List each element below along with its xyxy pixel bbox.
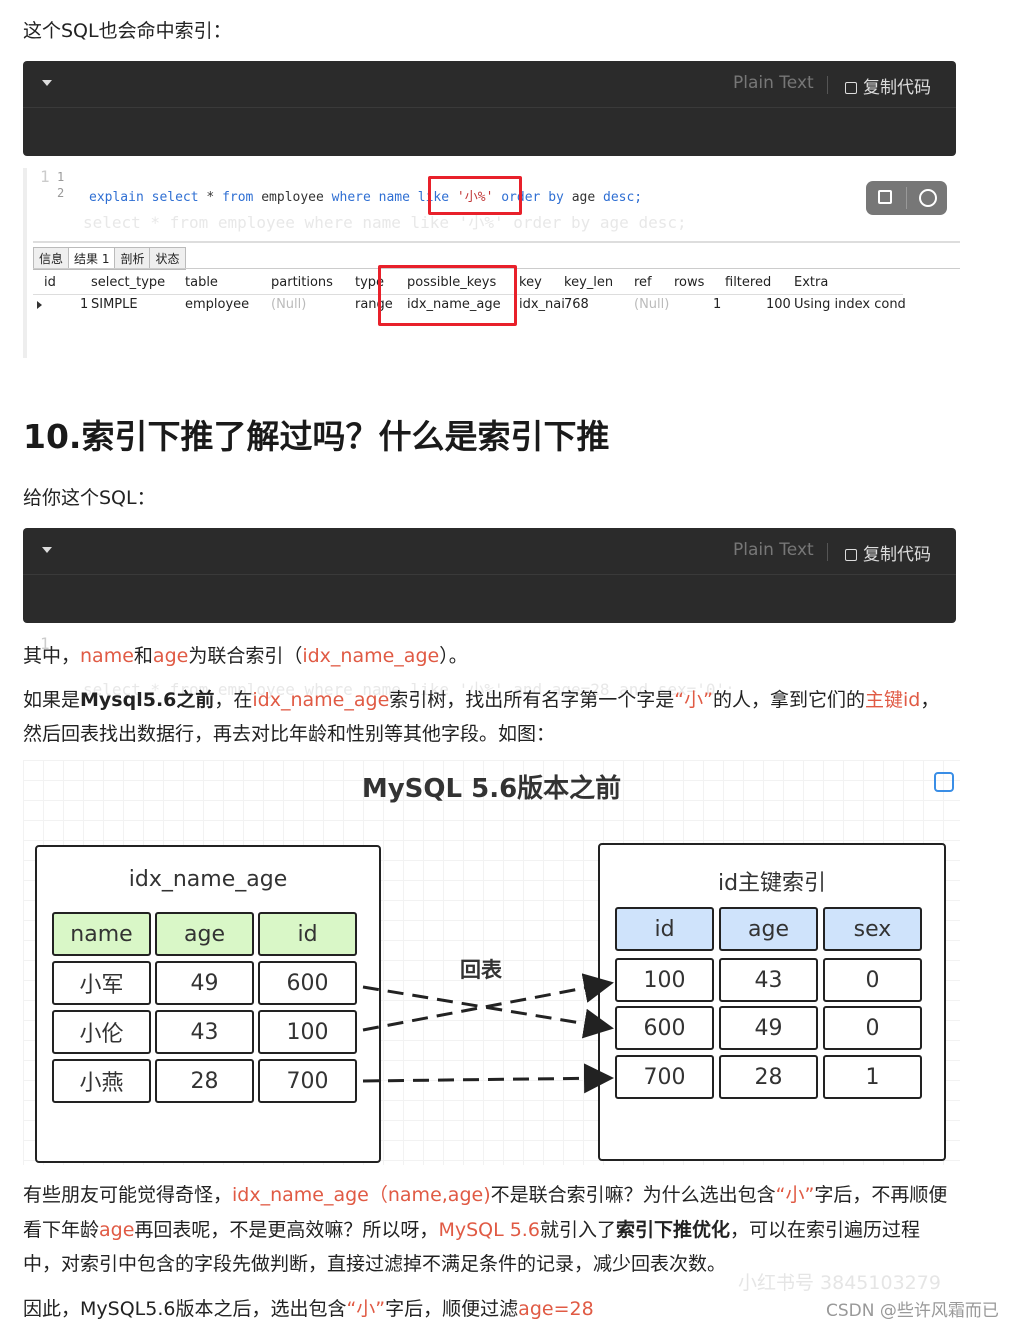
tab-result[interactable]: 结果 1 <box>68 247 116 270</box>
tab-status[interactable]: 状态 <box>149 247 186 270</box>
row-pointer-icon <box>37 301 42 309</box>
cell: (Null) <box>271 297 307 312</box>
editor-line-number: 2 <box>57 186 65 200</box>
copy-code-button[interactable]: 复制代码 <box>845 73 931 98</box>
col-header: filtered <box>725 275 772 290</box>
cell: SIMPLE <box>91 297 138 312</box>
give-text: 给你这个SQL： <box>23 487 156 509</box>
result-tabs: 信息 结果 1 剖析 状态 <box>33 247 186 270</box>
cell: (Null) <box>634 297 670 312</box>
para-question-line2: 看下年龄age再回表呢，不是更高效嘛？所以呀，MySQL 5.6就引入了索引下推… <box>23 1219 920 1241</box>
lookup-arrows <box>362 973 614 1094</box>
col-header: id <box>44 275 56 290</box>
para-after-56: 因此，MySQL5.6版本之后，选出包含“小”字后，顺便过滤age=28 <box>23 1298 594 1320</box>
highlight-box <box>428 176 522 215</box>
col-header: select_type <box>91 275 166 290</box>
language-label: Plain Text <box>733 540 814 560</box>
col-header: partitions <box>271 275 333 290</box>
para-question: 有些朋友可能觉得奇怪，idx_name_age（name,age)不是联合索引嘛… <box>23 1184 948 1206</box>
col-header: key_len <box>564 275 614 290</box>
code-block-1: Plain Text 复制代码 1 select * from employee… <box>23 61 956 232</box>
copy-icon <box>845 549 857 561</box>
para-question-line3: 中，对索引中包含的字段先做判断，直接过滤掉不满足条件的记录，减少回表次数。 <box>23 1253 727 1275</box>
expand-icon[interactable] <box>878 190 892 204</box>
para-before-56: 如果是Mysql5.6之前，在idx_name_age索引树，找出所有名字第一个… <box>23 689 940 711</box>
col-header: Extra <box>794 275 829 290</box>
explain-screenshot: 1 2 explain select * from employee where… <box>23 168 960 358</box>
highlight-box <box>378 265 517 326</box>
cell: 1 <box>713 297 722 312</box>
cell: 768 <box>564 297 589 312</box>
para-index-note: 其中，name和age为联合索引（idx_name_age）。 <box>23 645 468 667</box>
cell: employee <box>185 297 250 312</box>
code-block-2: Plain Text 复制代码 1 select * from employee… <box>23 528 956 699</box>
cell: Using index cond <box>794 297 906 312</box>
explain-sql: explain select * from employee where nam… <box>89 190 643 205</box>
col-header: table <box>185 275 218 290</box>
tab-info[interactable]: 信息 <box>33 247 70 270</box>
intro-text: 这个SQL也会命中索引： <box>23 20 232 42</box>
collapse-caret-icon[interactable] <box>42 80 52 86</box>
arrow-700 <box>362 1063 614 1094</box>
col-header: ref <box>634 275 652 290</box>
section-heading: 10.索引下推了解过吗？什么是索引下推 <box>23 417 610 456</box>
cell: idx_nai <box>519 297 565 312</box>
copy-code-button[interactable]: 复制代码 <box>845 540 931 565</box>
csdn-credit: CSDN @些许风霜而已 <box>826 1301 999 1321</box>
diagram-mysql-before-56: MySQL 5.6版本之前 idx_name_age name age id 小… <box>23 760 960 1165</box>
copy-label: 复制代码 <box>863 78 931 98</box>
tab-profile[interactable]: 剖析 <box>114 247 151 270</box>
col-header: key <box>519 275 542 290</box>
watermark: 小红书号 3845103279 <box>738 1272 941 1294</box>
language-label: Plain Text <box>733 73 814 93</box>
cell: 1 <box>80 297 89 312</box>
col-header: rows <box>674 275 705 290</box>
collapse-caret-icon[interactable] <box>42 547 52 553</box>
copy-label: 复制代码 <box>863 545 931 565</box>
cell: 100 <box>766 297 791 312</box>
copy-icon <box>845 82 857 94</box>
comment-icon[interactable] <box>919 189 937 207</box>
para-before-56-line2: 然后回表找出数据行，再去对比年龄和性别等其他字段。如图： <box>23 723 556 745</box>
editor-toolbar <box>866 181 947 215</box>
editor-line-number: 1 <box>57 170 65 184</box>
